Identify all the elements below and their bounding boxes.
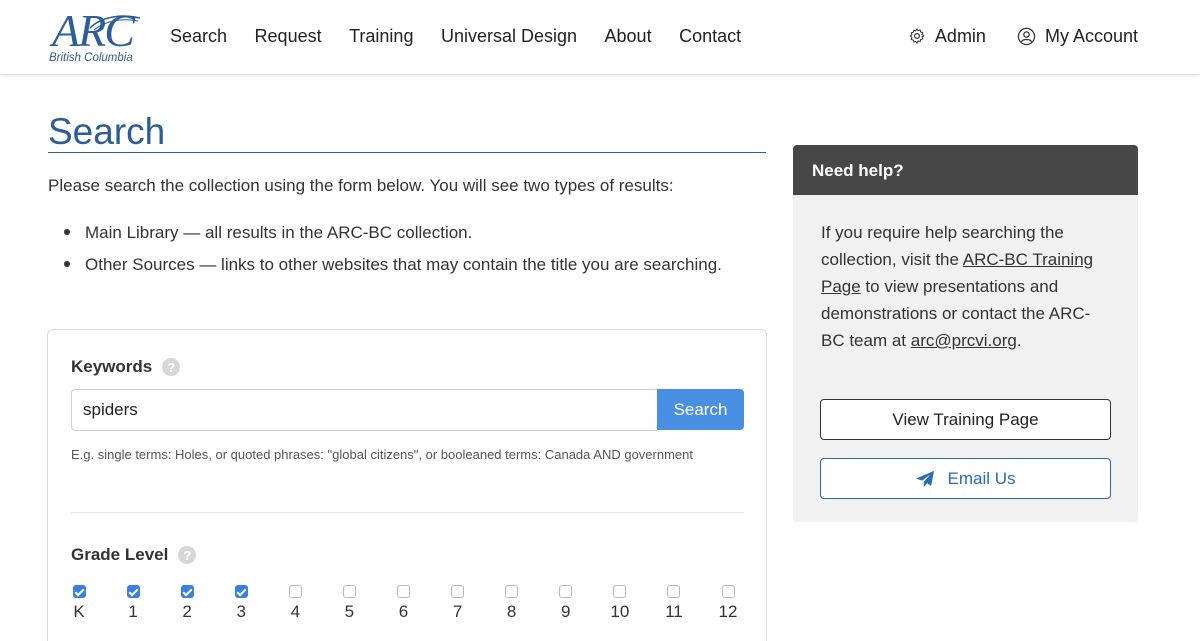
intro-text: Please search the collection using the f…: [48, 176, 674, 195]
grade-label: 6: [398, 602, 409, 621]
page-title: Search: [48, 111, 166, 152]
grade-checkbox[interactable]: [505, 585, 519, 598]
grade-checkbox[interactable]: [397, 585, 410, 598]
grade-checkbox[interactable]: [721, 585, 735, 598]
results-types-list: Main Library — all results in the ARC-BC…: [48, 219, 748, 283]
grade-label: K: [73, 602, 85, 621]
view-training-page-button[interactable]: View Training Page: [820, 399, 1111, 440]
grade-option[interactable]: 3: [228, 585, 254, 622]
grade-checkbox[interactable]: [234, 585, 248, 598]
grade-label: 12: [718, 602, 738, 621]
grade-level-label-text: Grade Level: [71, 545, 169, 564]
list-item: Main Library — all results in the ARC-BC…: [48, 219, 748, 246]
user-nav: Admin My Account: [908, 24, 1138, 48]
grade-checkbox[interactable]: [559, 585, 573, 598]
help-panel-text: If you require help searching the collec…: [821, 219, 1113, 354]
grade-option[interactable]: 12: [715, 585, 741, 622]
help-text-part-3: .: [1016, 331, 1022, 350]
grade-label: 4: [290, 602, 301, 621]
grade-checkbox[interactable]: [667, 585, 681, 598]
list-item: Other Sources — links to other websites …: [48, 251, 748, 278]
grade-checkbox[interactable]: [72, 585, 86, 598]
keywords-label: Keywords ?: [71, 357, 181, 377]
grade-checkbox[interactable]: [451, 585, 465, 598]
nav-universal-design[interactable]: Universal Design: [441, 24, 577, 48]
grade-option[interactable]: 6: [391, 585, 417, 622]
grade-label: 5: [344, 602, 355, 621]
grade-checkbox[interactable]: [613, 585, 627, 598]
grade-label: 1: [128, 602, 138, 621]
email-link[interactable]: arc@prcvi.org: [911, 331, 1017, 350]
keywords-help-icon[interactable]: ?: [162, 358, 181, 376]
grade-level-help-icon[interactable]: ?: [178, 546, 197, 564]
keywords-input[interactable]: [71, 389, 657, 431]
nav-training[interactable]: Training: [349, 24, 413, 48]
keywords-hint: E.g. single terms: Holes, or quoted phra…: [71, 447, 694, 462]
keywords-label-text: Keywords: [71, 357, 153, 376]
grade-checkbox[interactable]: [180, 585, 194, 598]
main-nav: Search Request Training Universal Design…: [170, 24, 769, 48]
nav-request[interactable]: Request: [255, 24, 322, 48]
grade-label: 9: [561, 602, 571, 621]
grade-label: 2: [182, 602, 192, 621]
grade-option[interactable]: 11: [661, 585, 687, 622]
grade-checkbox[interactable]: [342, 585, 356, 598]
gear-icon: [909, 28, 925, 44]
form-divider: [71, 512, 744, 513]
my-account-label: My Account: [1044, 26, 1138, 46]
grade-label: 7: [452, 602, 463, 621]
grade-option[interactable]: 8: [499, 585, 525, 622]
nav-about[interactable]: About: [605, 24, 652, 48]
grade-label: 11: [665, 602, 683, 621]
grade-label: 10: [610, 602, 630, 621]
admin-label: Admin: [934, 26, 986, 46]
grade-level-checkboxes: K 1 2 3 4 5 6 7 8 9 10 11 12: [71, 585, 746, 625]
logo-swoosh-icon: [89, 15, 141, 31]
grade-label: 8: [506, 602, 517, 621]
grade-checkbox[interactable]: [126, 585, 140, 598]
grade-option[interactable]: 7: [445, 585, 471, 622]
logo-subtitle: British Columbia: [49, 52, 133, 64]
grade-option[interactable]: 4: [282, 585, 308, 622]
admin-link[interactable]: Admin: [908, 24, 986, 48]
top-navigation-bar: ARC British Columbia Search Request Trai…: [0, 0, 1200, 75]
email-us-button[interactable]: Email Us: [820, 458, 1111, 499]
email-us-label: Email Us: [947, 468, 1016, 488]
help-panel: Need help? If you require help searching…: [793, 145, 1138, 522]
grade-option[interactable]: K: [66, 585, 92, 622]
grade-option[interactable]: 9: [553, 585, 579, 622]
user-circle-icon: [1017, 27, 1036, 45]
grade-option[interactable]: 5: [336, 585, 362, 622]
grade-option[interactable]: 1: [120, 585, 146, 622]
search-button[interactable]: Search: [657, 389, 744, 430]
grade-checkbox[interactable]: [288, 585, 302, 598]
grade-label: 3: [236, 602, 246, 621]
arc-bc-logo[interactable]: ARC British Columbia: [48, 6, 144, 66]
help-panel-heading: Need help?: [793, 145, 1138, 195]
grade-option[interactable]: 10: [607, 585, 633, 622]
search-form-card: Keywords ? Search E.g. single terms: Hol…: [47, 329, 767, 641]
my-account-link[interactable]: My Account: [1017, 24, 1138, 48]
paper-plane-icon: [916, 470, 935, 487]
grade-level-label: Grade Level ?: [71, 545, 197, 565]
nav-search[interactable]: Search: [170, 24, 227, 48]
nav-contact[interactable]: Contact: [679, 24, 741, 48]
grade-option[interactable]: 2: [174, 585, 200, 622]
title-divider: [48, 152, 766, 153]
